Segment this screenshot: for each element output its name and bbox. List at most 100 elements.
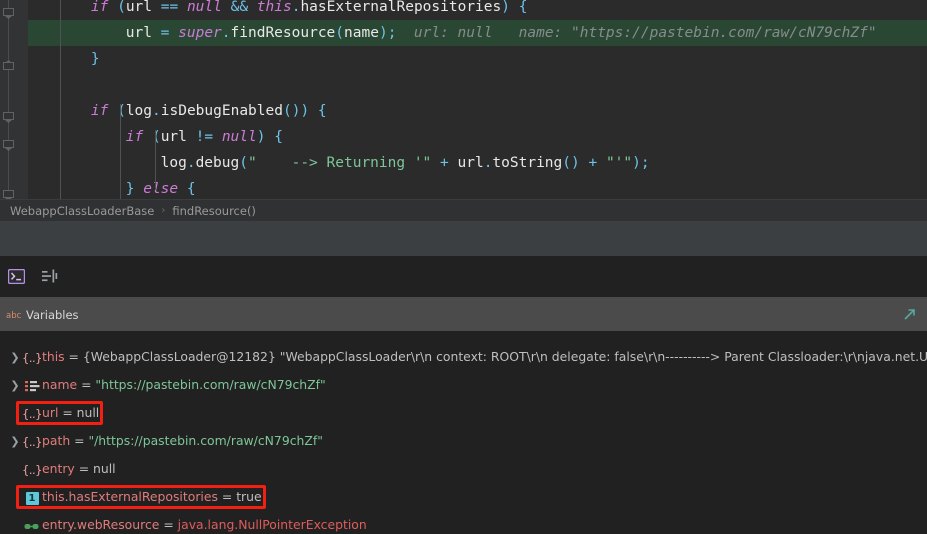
- debugger-toolbar[interactable]: [0, 256, 927, 298]
- expand-chevron-placeholder: ❯: [8, 456, 22, 484]
- expand-chevron-icon[interactable]: ❯: [8, 428, 22, 456]
- abc-icon: abc: [6, 308, 22, 322]
- code-line[interactable]: if (log.isDebugEnabled()) {: [28, 98, 927, 124]
- code-token: &&: [230, 0, 249, 15]
- variable-name: this.hasExternalRepositories: [42, 489, 218, 504]
- code-editor[interactable]: if (url == null && this.hasExternalRepos…: [0, 0, 927, 199]
- variable-row[interactable]: ❯ {..}path = "/https://pastebin.com/raw/c…: [8, 427, 323, 455]
- variables-panel-title: Variables: [26, 307, 79, 322]
- breadcrumb-class[interactable]: WebappClassLoaderBase: [10, 204, 154, 218]
- code-token: (: [335, 25, 345, 41]
- code-token: ): [501, 0, 510, 15]
- editor-bottom-divider: [0, 221, 927, 256]
- code-text-area[interactable]: if (url == null && this.hasExternalRepos…: [28, 0, 927, 199]
- fold-marker-icon[interactable]: [3, 190, 14, 199]
- code-token: !=: [195, 129, 222, 145]
- variable-name: name: [42, 377, 78, 392]
- code-line[interactable]: if (url == null && this.hasExternalRepos…: [28, 0, 927, 20]
- code-token: "'": [605, 155, 633, 171]
- code-line[interactable]: log.debug(" --> Returning '" + url.toStr…: [28, 150, 927, 176]
- expand-chevron-icon[interactable]: ❯: [8, 372, 22, 400]
- variable-value: "/https://pastebin.com/raw/cN79chZf": [88, 433, 323, 448]
- console-icon[interactable]: [4, 264, 28, 288]
- code-token: if: [90, 103, 109, 119]
- object-braces-icon: {..}: [22, 434, 42, 449]
- expand-arrow-icon[interactable]: [902, 307, 917, 322]
- code-token: .: [221, 25, 231, 41]
- code-token: super: [178, 25, 222, 41]
- code-token: toString: [492, 155, 563, 171]
- variable-row[interactable]: ❯ name = "https://pastebin.com/raw/cN79ch…: [8, 371, 326, 400]
- code-token: null: [221, 129, 257, 145]
- filter-lines-icon[interactable]: [38, 264, 62, 288]
- code-token: {: [317, 103, 327, 119]
- variables-panel-header[interactable]: abc Variables: [0, 298, 927, 331]
- fold-rail: [8, 0, 9, 199]
- variable-value: "https://pastebin.com/raw/cN79chZf": [95, 377, 326, 392]
- variable-value: null: [76, 405, 100, 420]
- code-token: url: [160, 129, 196, 145]
- code-token: null: [186, 0, 222, 15]
- code-token: url: null name: "https://pastebin.com/ra…: [396, 25, 877, 41]
- code-token: hasExternalRepositories: [300, 0, 502, 15]
- code-token: if: [125, 129, 144, 145]
- code-line[interactable]: }: [28, 46, 927, 72]
- object-braces-icon: {..}: [22, 350, 42, 365]
- code-token: (: [117, 103, 126, 119]
- code-token: url: [125, 0, 161, 15]
- fold-marker-icon[interactable]: [3, 112, 14, 123]
- breadcrumb-separator-icon: ›: [161, 205, 166, 216]
- code-line[interactable]: [28, 72, 927, 98]
- fold-marker-icon[interactable]: [3, 60, 14, 71]
- object-braces-icon: {..}: [22, 462, 42, 477]
- watch-glasses-icon: [22, 512, 42, 534]
- intellij-debugger-window: if (url == null && this.hasExternalRepos…: [0, 0, 927, 534]
- variable-row[interactable]: ❯{..}url = null: [8, 399, 99, 427]
- variable-value: true: [236, 489, 262, 504]
- code-token: ): [378, 25, 388, 41]
- code-token: +: [579, 155, 606, 171]
- variable-row[interactable]: ❯ {..}this = {WebappClassLoader@12182} "W…: [8, 343, 927, 371]
- code-token: {: [274, 129, 283, 145]
- breadcrumb[interactable]: WebappClassLoaderBase › findResource(): [0, 199, 927, 221]
- svg-text:abc: abc: [6, 311, 21, 320]
- fold-marker-icon[interactable]: [3, 140, 14, 151]
- variable-row[interactable]: ❯1this.hasExternalRepositories = true: [8, 483, 262, 511]
- breadcrumb-method[interactable]: findResource(): [172, 204, 256, 218]
- code-token: else: [143, 181, 179, 197]
- code-line[interactable]: } else {: [28, 176, 927, 199]
- variable-equals: =: [64, 349, 83, 364]
- variables-list[interactable]: ❯ {..}this = {WebappClassLoader@12182} "W…: [0, 331, 927, 534]
- boolean-field-icon: 1: [22, 484, 42, 512]
- fold-marker-icon[interactable]: [3, 8, 14, 19]
- code-token: findResource: [230, 25, 336, 41]
- expand-chevron-icon[interactable]: ❯: [8, 344, 22, 372]
- code-token: ): [632, 155, 641, 171]
- variable-row[interactable]: ❯{..}entry = null: [8, 455, 116, 483]
- code-token: +: [431, 155, 458, 171]
- variable-equals: =: [70, 433, 89, 448]
- code-token: log: [160, 155, 187, 171]
- code-token: " --> Returning '": [247, 155, 432, 171]
- code-line-current-execution[interactable]: url = super.findResource(name); url: nul…: [28, 20, 927, 46]
- expand-chevron-placeholder: ❯: [8, 400, 22, 428]
- variable-equals: =: [58, 405, 77, 420]
- code-token: url: [457, 155, 484, 171]
- code-token: }: [90, 51, 100, 67]
- variable-row[interactable]: ❯ entry.webResource = java.lang.NullPoint…: [8, 511, 367, 534]
- variable-equals: =: [77, 377, 96, 392]
- editor-gutter[interactable]: [0, 0, 28, 199]
- string-list-icon: [22, 372, 42, 400]
- code-token: ): [300, 103, 310, 119]
- code-token: debug: [195, 155, 240, 171]
- code-token: log: [125, 103, 153, 119]
- code-token: =: [160, 25, 179, 41]
- expand-chevron-placeholder: ❯: [8, 512, 22, 534]
- code-line[interactable]: if (url != null) {: [28, 124, 927, 150]
- code-token: .: [152, 103, 161, 119]
- variable-equals: =: [74, 461, 94, 476]
